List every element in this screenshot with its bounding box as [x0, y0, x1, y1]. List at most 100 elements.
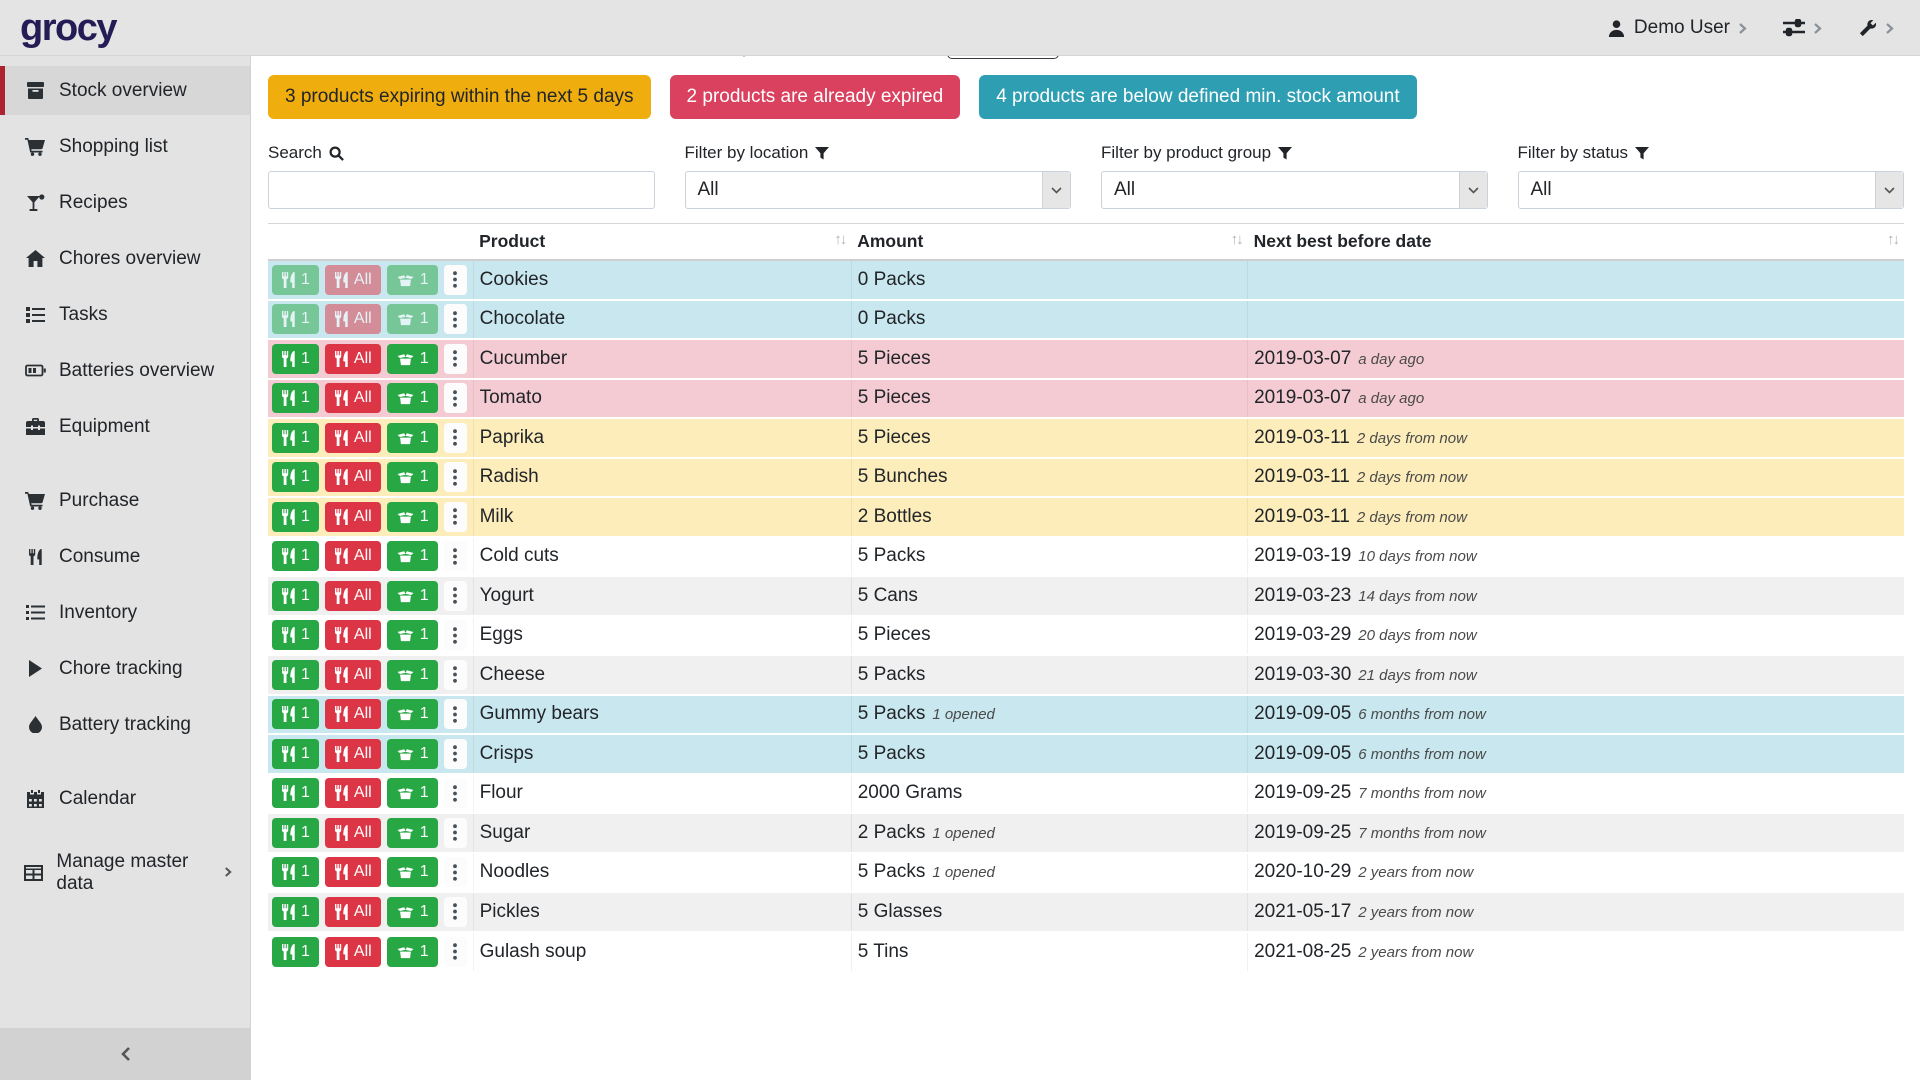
open-one-button[interactable]: 1 — [387, 818, 438, 848]
sidebar-item-manage-master-data[interactable]: Manage master data — [0, 848, 250, 897]
amount-column-header[interactable]: Amount↑↓ — [851, 224, 1247, 261]
sidebar-item-chore-tracking[interactable]: Chore tracking — [0, 644, 250, 693]
consume-all-button[interactable]: All — [325, 541, 381, 571]
sidebar-item-shopping-list[interactable]: Shopping list — [0, 122, 250, 171]
settings-menu[interactable] — [1783, 19, 1822, 37]
consume-all-button[interactable]: All — [325, 937, 381, 967]
row-menu-button[interactable] — [444, 423, 467, 453]
sidebar-item-calendar[interactable]: Calendar — [0, 774, 250, 823]
sidebar-item-chores-overview[interactable]: Chores overview — [0, 234, 250, 283]
sidebar-item-battery-tracking[interactable]: Battery tracking — [0, 700, 250, 749]
below-min-stock-alert-badge[interactable]: 4 products are below defined min. stock … — [979, 75, 1416, 119]
consume-all-button[interactable]: All — [325, 265, 381, 295]
consume-one-button[interactable]: 1 — [272, 344, 319, 374]
consume-all-button[interactable]: All — [325, 857, 381, 887]
open-one-button[interactable]: 1 — [387, 383, 438, 413]
sidebar-item-inventory[interactable]: Inventory — [0, 588, 250, 637]
consume-one-button[interactable]: 1 — [272, 857, 319, 887]
best-before-column-header[interactable]: Next best before date↑↓ — [1248, 224, 1904, 261]
row-menu-button[interactable] — [444, 857, 467, 887]
row-menu-button[interactable] — [444, 660, 467, 690]
row-menu-button[interactable] — [444, 541, 467, 571]
open-one-button[interactable]: 1 — [387, 660, 438, 690]
consume-all-button[interactable]: All — [325, 739, 381, 769]
expired-alert-badge[interactable]: 2 products are already expired — [670, 75, 961, 119]
consume-all-button[interactable]: All — [325, 502, 381, 532]
open-one-button[interactable]: 1 — [387, 778, 438, 808]
open-one-button[interactable]: 1 — [387, 699, 438, 729]
row-menu-button[interactable] — [444, 304, 467, 334]
open-one-button[interactable]: 1 — [387, 937, 438, 967]
consume-one-button[interactable]: 1 — [272, 937, 319, 967]
row-menu-button[interactable] — [444, 265, 467, 295]
row-menu-button[interactable] — [444, 502, 467, 532]
consume-one-button[interactable]: 1 — [272, 383, 319, 413]
consume-all-button[interactable]: All — [325, 897, 381, 927]
row-menu-button[interactable] — [444, 897, 467, 927]
sidebar-item-equipment[interactable]: Equipment — [0, 402, 250, 451]
row-menu-button[interactable] — [444, 699, 467, 729]
open-one-button[interactable]: 1 — [387, 897, 438, 927]
consume-all-button[interactable]: All — [325, 462, 381, 492]
sidebar-item-recipes[interactable]: Recipes — [0, 178, 250, 227]
consume-all-button[interactable]: All — [325, 383, 381, 413]
sidebar-item-batteries-overview[interactable]: Batteries overview — [0, 346, 250, 395]
consume-all-button[interactable]: All — [325, 660, 381, 690]
consume-one-button[interactable]: 1 — [272, 304, 319, 334]
consume-all-button[interactable]: All — [325, 304, 381, 334]
open-one-button[interactable]: 1 — [387, 620, 438, 650]
status-filter-select[interactable]: All — [1518, 171, 1905, 209]
open-one-button[interactable]: 1 — [387, 857, 438, 887]
product-group-filter-select[interactable]: All — [1101, 171, 1488, 209]
location-filter-select[interactable]: All — [685, 171, 1072, 209]
product-column-header[interactable]: Product↑↓ — [473, 224, 851, 261]
open-one-button[interactable]: 1 — [387, 502, 438, 532]
consume-one-button[interactable]: 1 — [272, 699, 319, 729]
open-one-button[interactable]: 1 — [387, 581, 438, 611]
consume-one-button[interactable]: 1 — [272, 265, 319, 295]
row-menu-button[interactable] — [444, 462, 467, 492]
expiring-alert-badge[interactable]: 3 products expiring within the next 5 da… — [268, 75, 651, 119]
sidebar-item-purchase[interactable]: Purchase — [0, 476, 250, 525]
consume-all-button[interactable]: All — [325, 699, 381, 729]
consume-one-button[interactable]: 1 — [272, 502, 319, 532]
consume-one-button[interactable]: 1 — [272, 423, 319, 453]
consume-one-button[interactable]: 1 — [272, 581, 319, 611]
row-menu-button[interactable] — [444, 739, 467, 769]
consume-one-button[interactable]: 1 — [272, 818, 319, 848]
consume-all-button[interactable]: All — [325, 620, 381, 650]
consume-all-button[interactable]: All — [325, 344, 381, 374]
open-one-button[interactable]: 1 — [387, 423, 438, 453]
open-one-button[interactable]: 1 — [387, 739, 438, 769]
row-menu-button[interactable] — [444, 383, 467, 413]
consume-one-button[interactable]: 1 — [272, 897, 319, 927]
row-menu-button[interactable] — [444, 581, 467, 611]
row-menu-button[interactable] — [444, 778, 467, 808]
consume-one-button[interactable]: 1 — [272, 541, 319, 571]
consume-all-button[interactable]: All — [325, 423, 381, 453]
sidebar-item-stock-overview[interactable]: Stock overview — [0, 66, 250, 115]
consume-one-button[interactable]: 1 — [272, 660, 319, 690]
row-menu-button[interactable] — [444, 344, 467, 374]
open-one-button[interactable]: 1 — [387, 541, 438, 571]
sidebar-item-tasks[interactable]: Tasks — [0, 290, 250, 339]
row-menu-button[interactable] — [444, 937, 467, 967]
search-input[interactable] — [268, 171, 655, 209]
consume-one-button[interactable]: 1 — [272, 778, 319, 808]
open-one-button[interactable]: 1 — [387, 265, 438, 295]
consume-one-button[interactable]: 1 — [272, 739, 319, 769]
sidebar-collapse-button[interactable] — [0, 1028, 251, 1080]
consume-all-button[interactable]: All — [325, 581, 381, 611]
open-one-button[interactable]: 1 — [387, 304, 438, 334]
row-menu-button[interactable] — [444, 620, 467, 650]
consume-all-button[interactable]: All — [325, 778, 381, 808]
admin-menu[interactable] — [1858, 19, 1894, 38]
consume-all-button[interactable]: All — [325, 818, 381, 848]
open-one-button[interactable]: 1 — [387, 462, 438, 492]
consume-one-button[interactable]: 1 — [272, 620, 319, 650]
sidebar-item-consume[interactable]: Consume — [0, 532, 250, 581]
row-menu-button[interactable] — [444, 818, 467, 848]
user-menu[interactable]: Demo User — [1607, 17, 1747, 39]
open-one-button[interactable]: 1 — [387, 344, 438, 374]
consume-one-button[interactable]: 1 — [272, 462, 319, 492]
